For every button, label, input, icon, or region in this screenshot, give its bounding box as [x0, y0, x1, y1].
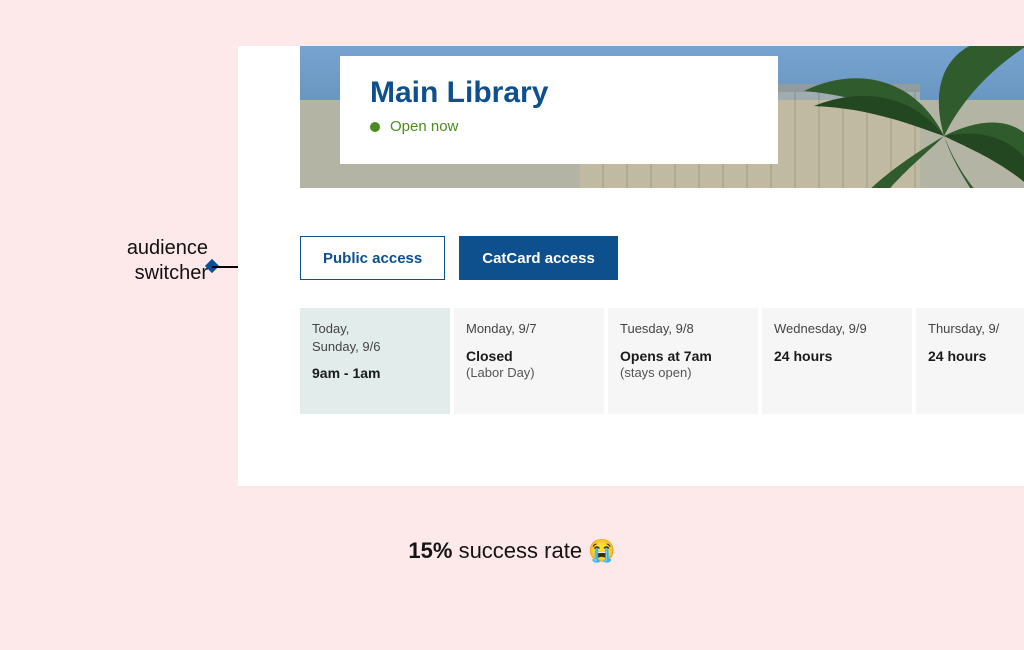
palm-tree-image: [794, 46, 1024, 188]
status-dot-icon: [370, 122, 380, 132]
day-hours: 24 hours: [774, 348, 900, 364]
catcard-access-button[interactable]: CatCard access: [459, 236, 618, 280]
day-hours: Opens at 7am: [620, 348, 746, 364]
audience-switcher: Public access CatCard access: [300, 236, 618, 280]
screenshot-panel: Main Library Open now Public access CatC…: [238, 46, 1024, 486]
day-note: (stays open): [620, 365, 746, 380]
title-card: Main Library Open now: [340, 56, 778, 164]
day-card: Wednesday, 9/9 24 hours: [762, 308, 912, 414]
day-note: (Labor Day): [466, 365, 592, 380]
crying-emoji-icon: 😭: [588, 538, 615, 563]
day-label: Today, Sunday, 9/6: [312, 320, 438, 355]
hero-banner: Main Library Open now: [300, 46, 1024, 188]
day-label: Monday, 9/7: [466, 320, 592, 338]
day-hours: Closed: [466, 348, 592, 364]
day-label: Tuesday, 9/8: [620, 320, 746, 338]
day-label: Wednesday, 9/9: [774, 320, 900, 338]
public-access-label: Public access: [323, 250, 422, 267]
schedule-row: Today, Sunday, 9/6 9am - 1am Monday, 9/7…: [300, 308, 1024, 414]
status-row: Open now: [370, 118, 748, 135]
annotation-line-1: audience: [58, 236, 208, 261]
status-text: Open now: [390, 118, 458, 135]
public-access-button[interactable]: Public access: [300, 236, 445, 280]
day-hours: 24 hours: [928, 348, 1024, 364]
day-card-today: Today, Sunday, 9/6 9am - 1am: [300, 308, 450, 414]
day-hours: 9am - 1am: [312, 365, 438, 381]
library-title: Main Library: [370, 76, 748, 110]
day-label: Thursday, 9/: [928, 320, 1024, 338]
day-card: Monday, 9/7 Closed (Labor Day): [454, 308, 604, 414]
caption-rest: success rate: [452, 538, 588, 563]
caption: 15% success rate 😭: [0, 538, 1024, 564]
day-card: Tuesday, 9/8 Opens at 7am (stays open): [608, 308, 758, 414]
caption-bold: 15%: [408, 538, 452, 563]
annotation-line-2: switcher: [58, 261, 208, 286]
annotation-label: audience switcher: [58, 236, 208, 286]
catcard-access-label: CatCard access: [482, 250, 595, 267]
day-card: Thursday, 9/ 24 hours: [916, 308, 1024, 414]
